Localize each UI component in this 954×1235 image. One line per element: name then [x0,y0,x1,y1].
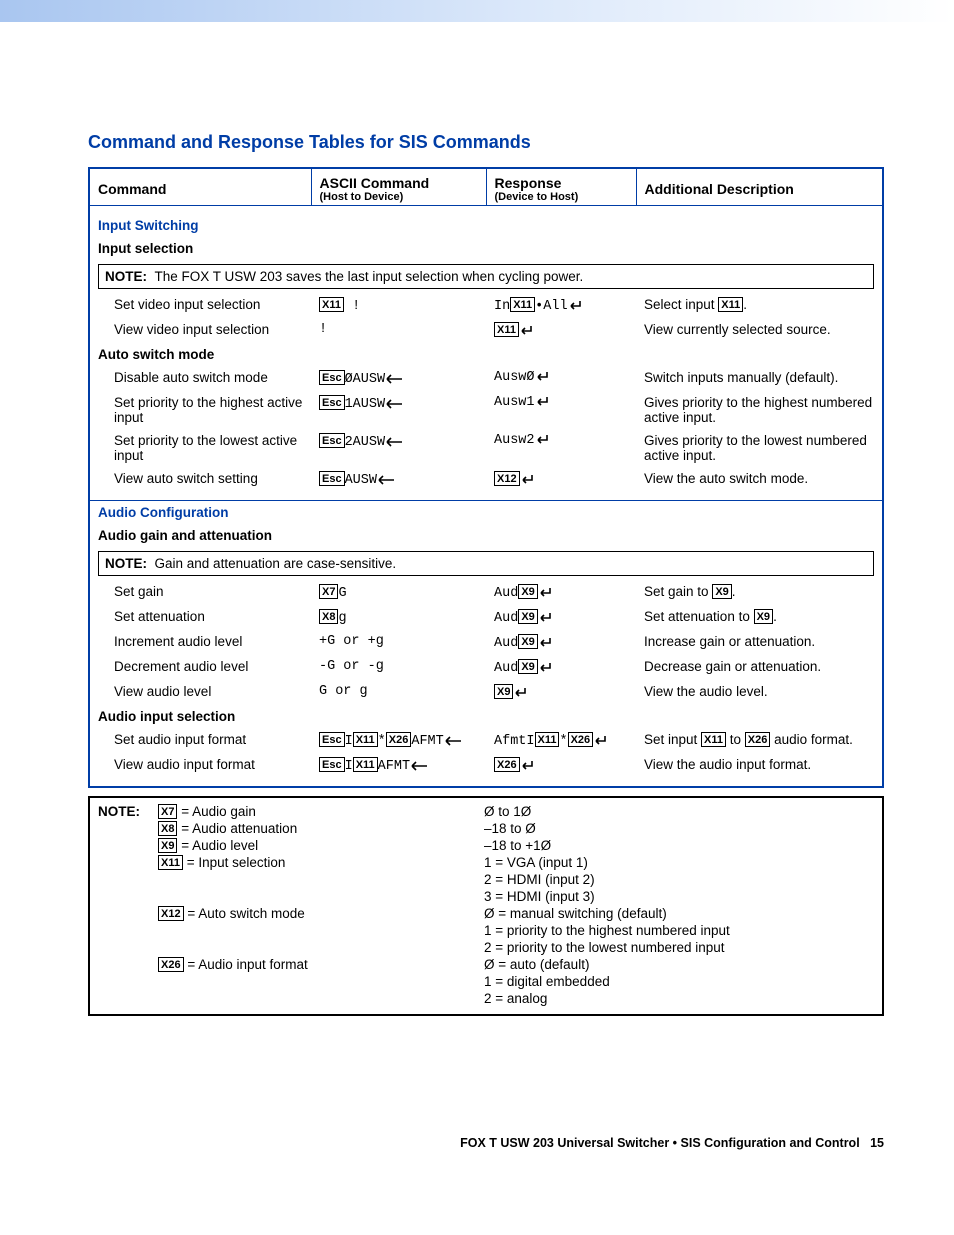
table-row: Set gain X7G AudX9 Set gain to X9. [89,580,883,605]
left-arrow-icon [385,374,403,384]
return-icon [535,396,551,408]
return-icon [535,371,551,383]
return-icon [535,434,551,446]
sis-command-table: Command ASCII Command(Host to Device) Re… [88,167,884,788]
table-row: View audio level G or g X9 View the audi… [89,680,883,705]
return-icon [513,687,529,699]
table-row: Disable auto switch mode EscØAUSW AuswØ … [89,366,883,391]
return-icon [538,587,554,599]
hdr-command: Command [89,168,311,206]
group-input-switching: Input Switching [89,214,883,237]
note-box-1: NOTE: The FOX T USW 203 saves the last i… [98,264,874,289]
left-arrow-icon [444,736,462,746]
definitions-note-block: NOTE: X7 = Audio gain X8 = Audio attenua… [88,796,884,1016]
page-content: Command and Response Tables for SIS Comm… [0,22,954,1190]
note-row-1: NOTE: The FOX T USW 203 saves the last i… [89,260,883,293]
sub-auto-switch: Auto switch mode [89,343,883,366]
section-title: Command and Response Tables for SIS Comm… [88,132,884,153]
table-row: Decrement audio level -G or -g AudX9 Dec… [89,655,883,680]
note-box-2: NOTE: Gain and attenuation are case-sens… [98,551,874,576]
note-label: NOTE: [98,804,158,1008]
table-row: Set attenuation X8g AudX9 Set attenuatio… [89,605,883,630]
group-audio-config: Audio Configuration [89,501,883,525]
return-icon [538,662,554,674]
return-icon [538,612,554,624]
table-header-row: Command ASCII Command(Host to Device) Re… [89,168,883,206]
top-gradient-bar [0,0,954,22]
hdr-desc: Additional Description [636,168,883,206]
sub-audio-gain: Audio gain and attenuation [89,524,883,547]
left-arrow-icon [385,437,403,447]
return-icon [520,760,536,772]
table-row: View auto switch setting EscAUSW X12 Vie… [89,467,883,492]
return-icon [538,637,554,649]
left-arrow-icon [385,399,403,409]
table-row: Increment audio level +G or +g AudX9 Inc… [89,630,883,655]
left-arrow-icon [377,475,395,485]
note-row-2: NOTE: Gain and attenuation are case-sens… [89,547,883,580]
return-icon [520,474,536,486]
page-footer: FOX T USW 203 Universal Switcher • SIS C… [88,1136,884,1150]
table-row: Set priority to the lowest active input … [89,429,883,467]
table-row: Set priority to the highest active input… [89,391,883,429]
table-row: View video input selection ! X11 View cu… [89,318,883,343]
hdr-ascii: ASCII Command(Host to Device) [311,168,486,206]
sub-input-selection: Input selection [89,237,883,260]
table-row: Set audio input format EscIX11*X26AFMT A… [89,728,883,753]
return-icon [519,325,535,337]
left-arrow-icon [410,761,428,771]
hdr-response: Response(Device to Host) [486,168,636,206]
return-icon [568,300,584,312]
sub-audio-input-sel: Audio input selection [89,705,883,728]
table-row: View audio input format EscIX11AFMT X26 … [89,753,883,778]
return-icon [593,735,609,747]
table-row: Set video input selection X11 ! InX11•Al… [89,293,883,318]
